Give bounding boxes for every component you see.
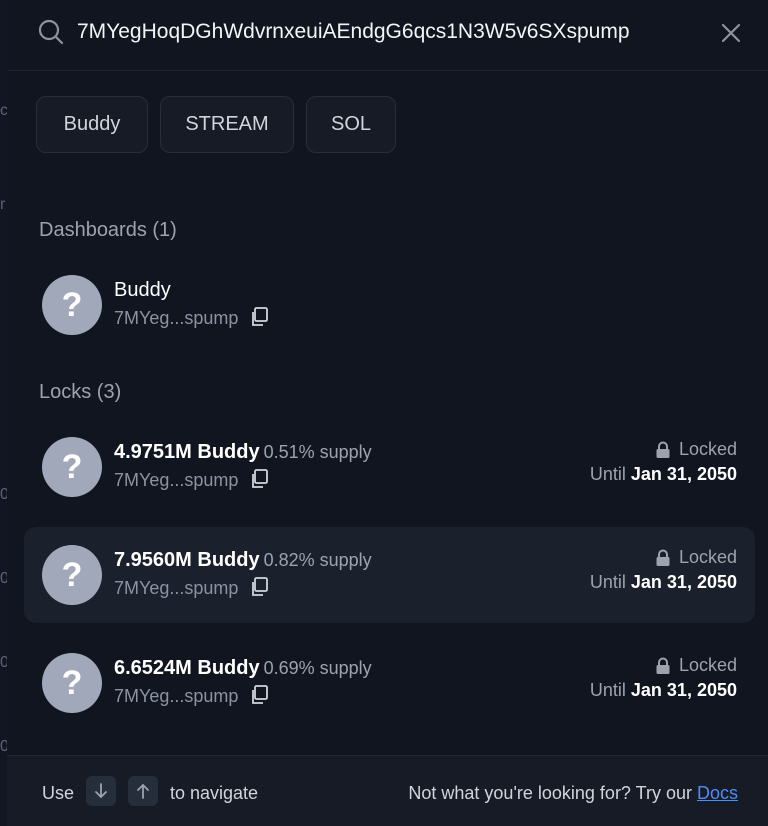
lock-status-label: Locked — [678, 547, 737, 567]
dashboards-section-title: Dashboards (1) — [39, 219, 177, 241]
lock-supply-percent: 0.69% supply — [263, 658, 372, 678]
background-fragment: r — [0, 196, 6, 213]
search-modal: Buddy STREAM SOL Dashboards (1) ? Buddy … — [7, 0, 768, 826]
until-label: Until — [589, 572, 626, 592]
lock-amount: 7.9560M Buddy — [114, 549, 260, 571]
search-bar — [7, 0, 768, 71]
lock-status: Locked — [655, 439, 737, 460]
token-avatar: ? — [42, 437, 102, 497]
lock-status: Locked — [655, 547, 737, 568]
footer: Use to navigate Not what you're looking … — [7, 755, 768, 826]
chip-buddy[interactable]: Buddy — [36, 96, 148, 153]
copy-icon[interactable] — [250, 577, 268, 597]
search-input[interactable] — [77, 14, 677, 50]
copy-icon[interactable] — [250, 307, 268, 327]
footer-help: Not what you're looking for? Try our Doc… — [408, 783, 738, 804]
locks-section-title: Locks (3) — [39, 381, 122, 403]
lock-icon — [656, 549, 670, 566]
lock-amount-line: 4.9751M Buddy 0.51% supply — [114, 441, 372, 464]
search-icon — [38, 19, 64, 45]
token-avatar: ? — [42, 653, 102, 713]
footer-use-label: Use — [42, 783, 75, 803]
copy-icon[interactable] — [250, 685, 268, 705]
lock-until: Until Jan 31, 2050 — [590, 680, 737, 701]
dashboard-item-buddy[interactable]: ? Buddy 7MYeg...spump — [24, 257, 755, 353]
lock-icon — [656, 441, 670, 458]
lock-item[interactable]: ? 7.9560M Buddy 0.82% supply 7MYeg...spum… — [24, 527, 755, 623]
lock-amount-line: 7.9560M Buddy 0.82% supply — [114, 549, 372, 572]
chip-stream[interactable]: STREAM — [160, 96, 294, 153]
chip-sol[interactable]: SOL — [306, 96, 396, 153]
lock-item[interactable]: ? 6.6524M Buddy 0.69% supply 7MYeg...spum… — [24, 635, 755, 731]
token-address: 7MYeg...spump — [114, 686, 239, 706]
footer-help-text: Not what you're looking for? Try our — [408, 783, 692, 803]
unlock-date: Jan 31, 2050 — [630, 680, 737, 700]
copy-icon[interactable] — [250, 469, 268, 489]
lock-status-label: Locked — [678, 439, 737, 459]
arrow-down-icon — [95, 783, 107, 798]
lock-until: Until Jan 31, 2050 — [590, 572, 737, 593]
arrow-down-key — [86, 776, 116, 806]
close-icon[interactable] — [719, 21, 743, 45]
lock-supply-percent: 0.51% supply — [263, 442, 372, 462]
lock-supply-percent: 0.82% supply — [263, 550, 372, 570]
lock-until: Until Jan 31, 2050 — [590, 464, 737, 485]
lock-item[interactable]: ? 4.9751M Buddy 0.51% supply 7MYeg...spum… — [24, 419, 755, 515]
dashboard-name: Buddy — [114, 279, 171, 301]
token-address: 7MYeg...spump — [114, 578, 239, 598]
lock-icon — [656, 657, 670, 674]
token-avatar: ? — [42, 275, 102, 335]
lock-amount: 6.6524M Buddy — [114, 657, 260, 679]
arrow-up-icon — [137, 784, 149, 799]
lock-amount: 4.9751M Buddy — [114, 441, 260, 463]
docs-link[interactable]: Docs — [697, 783, 738, 803]
arrow-up-key — [128, 776, 158, 806]
token-address: 7MYeg...spump — [114, 470, 239, 490]
footer-navigate-label: to navigate — [170, 783, 259, 803]
until-label: Until — [589, 680, 626, 700]
lock-status-label: Locked — [678, 655, 737, 675]
unlock-date: Jan 31, 2050 — [630, 464, 737, 484]
lock-amount-line: 6.6524M Buddy 0.69% supply — [114, 657, 372, 680]
token-address: 7MYeg...spump — [114, 308, 239, 328]
unlock-date: Jan 31, 2050 — [630, 572, 737, 592]
until-label: Until — [589, 464, 626, 484]
lock-status: Locked — [655, 655, 737, 676]
token-avatar: ? — [42, 545, 102, 605]
